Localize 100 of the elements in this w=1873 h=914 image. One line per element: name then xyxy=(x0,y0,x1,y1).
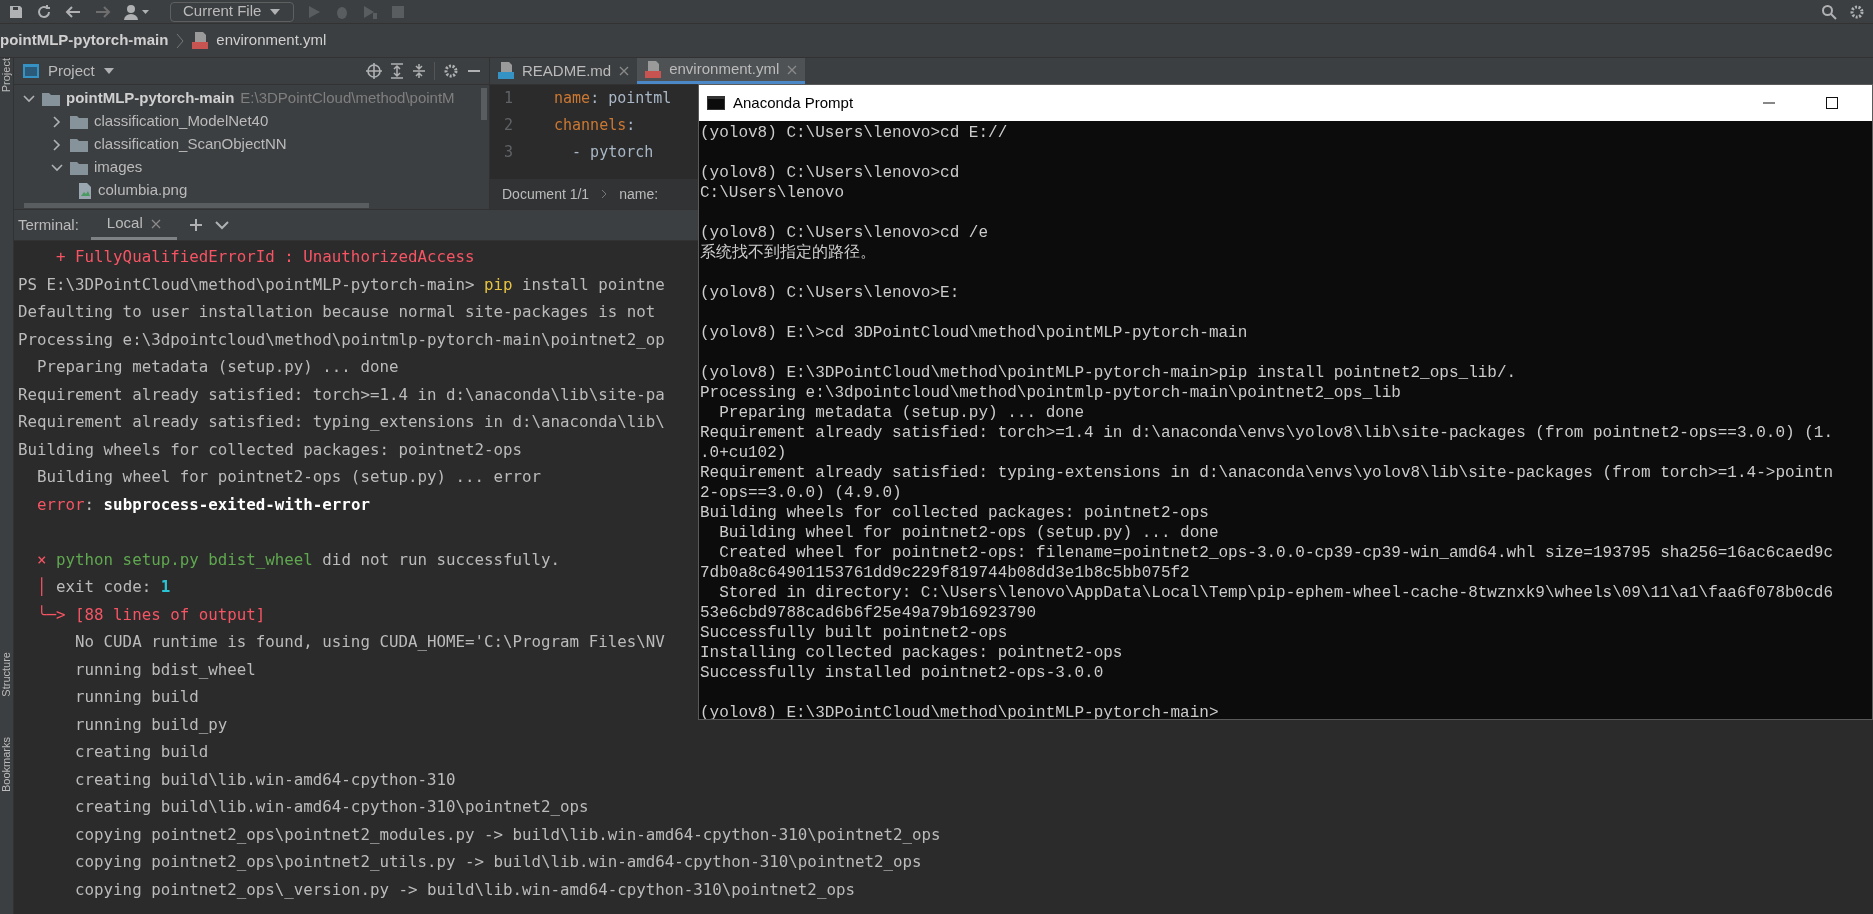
console-line: C:\Users\lenovo xyxy=(700,183,845,203)
terminal-line: Preparing metadata (setup.py) ... done xyxy=(36,356,399,378)
console-line: (yolov8) C:\Users\lenovo>cd E:// xyxy=(700,123,1008,143)
tree-item[interactable]: classification_ModelNet40 xyxy=(94,110,269,133)
user-icon[interactable] xyxy=(124,3,150,20)
console-line: Building wheel for pointnet2-ops (setup.py) ... done xyxy=(718,523,1219,543)
terminal-line: + FullyQualifiedErrorId : UnauthorizedAccess xyxy=(55,246,475,268)
console-line: Requirement already satisfied: typing-extensions in d:\anaconda\envs\yolov8\lib\site-packages (from torch>=1.4->pointn xyxy=(700,463,1833,483)
run-configuration-dropdown[interactable]: Current File xyxy=(170,1,294,22)
terminal-line: Building wheels for collected packages: pointnet2-ops xyxy=(18,438,523,461)
breadcrumb-project[interactable]: pointMLP-pytorch-main xyxy=(0,29,169,52)
console-line: Stored in directory: C:\Users\lenovo\AppData\Local\Temp\pip-ephem-wheel-cache-8twznxk9\wheels\09\11\a1\faa6f078b0cd6 xyxy=(718,583,1833,603)
console-line: 2-ops==3.0.0) (4.9.0) xyxy=(700,483,902,503)
tree-item[interactable]: classification_ScanObjectNN xyxy=(94,133,287,156)
terminal-line: copying pointnet2_ops\pointnet2_modules.py -> build\lib.win-amd64-cpython-310\pointnet2_ops xyxy=(74,823,941,846)
terminal-line: Building wheel for pointnet2-ops (setup.py) ... error xyxy=(36,466,542,488)
terminal-line: No CUDA runtime is found, using CUDA_HOME='C:\Program Files\NV xyxy=(74,631,665,653)
caret-down-icon[interactable] xyxy=(102,67,115,75)
console-line: Installing collected packages: pointnet2-ops xyxy=(700,643,1123,663)
add-icon[interactable] xyxy=(188,218,203,232)
terminal-tab[interactable]: Local xyxy=(90,210,177,240)
console-line: Successfully built pointnet2-ops xyxy=(700,623,1008,643)
save-icon[interactable] xyxy=(8,3,24,20)
chevron-right-icon xyxy=(176,32,185,49)
terminal-line: Requirement already satisfied: torch>=1.4 in d:\anaconda\lib\site-pa xyxy=(18,383,665,406)
yml-file-icon xyxy=(192,31,209,50)
terminal-line: creating build xyxy=(74,741,209,763)
editor-tab[interactable]: README.md xyxy=(490,58,638,84)
close-icon[interactable] xyxy=(150,218,161,229)
refresh-icon[interactable] xyxy=(36,3,52,20)
chevron-down-icon[interactable] xyxy=(214,220,229,230)
console-line: 7db0a8c64901153761dd9c229f819744b08dd3e1b8c5bb075f2 xyxy=(700,563,1190,583)
console-line: Successfully installed pointnet2-ops-3.0.0 xyxy=(700,663,1104,683)
search-icon[interactable] xyxy=(1821,3,1837,20)
image-file-icon xyxy=(78,182,92,199)
console-line: Requirement already satisfied: torch>=1.4 in d:\anaconda\envs\yolov8\lib\site-packages (from pointnet2-ops==3.0.0) (1. xyxy=(700,423,1833,443)
tool-window-tab[interactable]: Bookmarks xyxy=(0,736,13,792)
console-line: (yolov8) E:\>cd 3DPointCloud\method\pointMLP-pytorch-main xyxy=(700,323,1248,343)
console-line: (yolov8) E:\3DPointCloud\method\pointMLP-pytorch-main>pip install pointnet2_ops_lib/. xyxy=(700,363,1517,383)
line-number: 1 xyxy=(503,88,515,110)
horizontal-scrollbar[interactable] xyxy=(24,203,369,208)
line-number: 3 xyxy=(503,142,515,164)
folder-icon xyxy=(70,137,88,152)
console-line: Preparing metadata (setup.py) ... done xyxy=(718,403,1085,423)
code-line: name: pointml xyxy=(553,88,672,110)
yml-file-icon xyxy=(645,60,662,79)
terminal-line: copying pointnet2_ops\_version.py -> build\lib.win-amd64-cpython-310\pointnet2_ops xyxy=(74,878,855,901)
console-line: (yolov8) C:\Users\lenovo>cd xyxy=(700,163,960,183)
code-line: channels: xyxy=(553,115,636,137)
tree-item[interactable]: images xyxy=(94,156,143,179)
tool-window-tab[interactable]: Structure xyxy=(0,652,13,697)
console-line: 系统找不到指定的路径。 xyxy=(700,243,876,263)
tree-item[interactable]: columbia.png xyxy=(98,179,188,202)
tool-window-tab[interactable]: Project xyxy=(0,58,13,93)
panel-title[interactable]: Project xyxy=(48,59,95,83)
console-icon xyxy=(707,96,725,110)
terminal-line: PS E:\3DPointCloud\method\pointMLP-pytorch-main> pip install pointne xyxy=(18,273,665,296)
terminal-line: Processing e:\3dpointcloud\method\pointmlp-pytorch-main\pointnet2_op xyxy=(18,328,665,351)
terminal-line: error: subprocess-exited-with-error xyxy=(36,493,370,516)
chevron-right-icon xyxy=(601,189,608,199)
editor-tab[interactable]: environment.yml xyxy=(637,58,806,84)
back-arrow-icon[interactable] xyxy=(64,3,82,20)
folder-icon xyxy=(42,91,60,106)
folder-icon xyxy=(70,160,88,175)
terminal-line: creating build\lib.win-amd64-cpython-310 xyxy=(74,768,456,791)
terminal-line: ╰─> [88 lines of output] xyxy=(36,603,266,626)
vertical-scrollbar[interactable] xyxy=(481,88,487,120)
terminal-line: running bdist_wheel xyxy=(74,658,256,681)
terminal-line: creating build\lib.win-amd64-cpython-310\pointnet2_ops xyxy=(74,796,589,818)
breadcrumb-item[interactable]: name: xyxy=(619,183,659,205)
locate-icon[interactable] xyxy=(366,63,382,79)
collapse-all-icon[interactable] xyxy=(412,63,426,79)
window-title: Anaconda Prompt xyxy=(733,92,854,113)
folder-path: E:\3DPointCloud\method\pointM xyxy=(240,88,455,109)
line-number: 2 xyxy=(503,115,515,137)
maximize-icon[interactable] xyxy=(1826,97,1838,109)
close-icon[interactable] xyxy=(619,66,630,76)
terminal-line: │ exit code: 1 xyxy=(36,576,171,598)
caret-down-icon xyxy=(269,7,281,16)
console-line: Processing e:\3dpointcloud\method\pointmlp-pytorch-main\pointnet2_ops_lib xyxy=(700,383,1401,403)
markdown-file-icon xyxy=(498,62,514,80)
console-line: 53e6cbd9788cad6b6f25e49a79b16923790 xyxy=(700,603,1037,623)
console-line: (yolov8) C:\Users\lenovo>E: xyxy=(700,283,960,303)
code-line: - pytorch xyxy=(571,142,654,164)
tree-item[interactable]: pointMLP-pytorch-main xyxy=(66,87,235,110)
terminal-line: Defaulting to user installation because normal site-packages is not xyxy=(18,301,656,323)
terminal-line: running build xyxy=(74,686,199,708)
console-line: (yolov8) C:\Users\lenovo>cd /e xyxy=(700,223,989,243)
expand-all-icon[interactable] xyxy=(390,63,404,79)
terminal-label: Terminal: xyxy=(18,214,79,235)
settings-icon[interactable] xyxy=(1849,3,1865,20)
settings-icon[interactable] xyxy=(443,63,459,79)
console-line: Created wheel for pointnet2-ops: filename=pointnet2_ops-3.0.0-cp39-cp39-win_amd64.whl size=193795 sha256=16ac6caed9c xyxy=(718,543,1833,563)
console-line: .0+cu102) xyxy=(700,443,787,463)
folder-icon xyxy=(70,114,88,129)
breadcrumb-item[interactable]: Document 1/1 xyxy=(502,183,590,205)
panel-icon xyxy=(22,63,40,79)
terminal-line: copying pointnet2_ops\pointnet2_utils.py -> build\lib.win-amd64-cpython-310\pointnet2_ops xyxy=(74,851,922,873)
breadcrumb-file[interactable]: environment.yml xyxy=(216,29,327,52)
terminal-line: × python setup.py bdist_wheel did not run successfully. xyxy=(36,548,561,571)
